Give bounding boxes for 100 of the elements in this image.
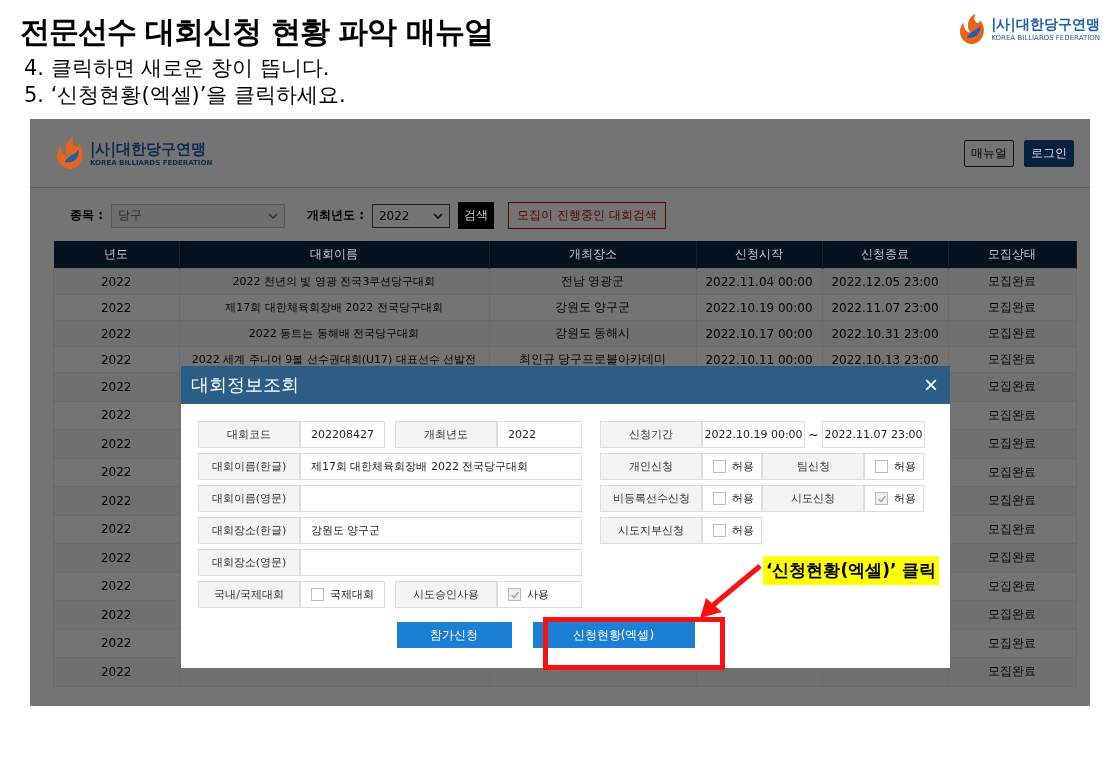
checkbox-label: 허용 — [732, 523, 754, 538]
table-cell: 2022 — [53, 543, 179, 572]
table-cell: 2022 — [53, 600, 179, 629]
filter-label: 개최년도 : — [307, 207, 364, 224]
table-cell: 2022 — [53, 486, 179, 515]
table-cell: 제17회 대한체육회장배 2022 전국당구대회 — [179, 294, 489, 321]
table-cell: 2022.10.17 00:00 — [696, 320, 822, 347]
table-cell: 2022 — [53, 268, 179, 295]
table-cell: 2022 — [53, 572, 179, 601]
checkbox[interactable] — [875, 460, 888, 473]
table-cell: 2022 천년의 빛 영광 전국3쿠션당구대회 — [179, 268, 489, 295]
table-cell: 2022 — [53, 294, 179, 321]
column-header: 신청시작 — [696, 241, 822, 269]
field-label: 시도승인사용 — [395, 581, 497, 608]
field-label: 대회이름(한글) — [198, 453, 300, 480]
field-value: 2022.11.07 23:00 — [822, 421, 925, 448]
step-text: 4. 클릭하면 새로운 창이 뜹니다. — [24, 55, 331, 82]
field-label: 시도지부신청 — [600, 517, 702, 544]
table-cell: 2022 — [53, 401, 179, 430]
field-label: 국내/국제대회 — [198, 581, 300, 608]
table-cell: 2022 동트는 동해배 전국당구대회 — [179, 320, 489, 347]
slide-title: 전문선수 대회신청 현황 파악 매뉴얼 — [20, 13, 493, 51]
year-select[interactable]: 2022 — [371, 203, 450, 228]
field-value: 강원도 양구군 — [300, 517, 582, 544]
field-label: 대회코드 — [198, 421, 300, 448]
dialog-button[interactable]: 신청현황(엑셀) — [532, 622, 695, 648]
column-header: 모집상태 — [948, 241, 1077, 269]
table-cell: 2022 — [53, 657, 179, 686]
table-cell: 2022 — [53, 458, 179, 487]
field-label: 대회장소(영문) — [198, 549, 300, 576]
table-cell: 2022 — [53, 629, 179, 658]
close-button[interactable]: × — [924, 373, 938, 397]
table-cell: 모집완료 — [948, 429, 1077, 458]
checkbox[interactable] — [713, 492, 726, 505]
table-cell: 2022.11.07 23:00 — [822, 294, 948, 321]
logo-name: |사|대한당구연맹 — [991, 16, 1100, 34]
table-cell: 2022 — [53, 515, 179, 544]
checkbox-label: 허용 — [732, 491, 754, 506]
field-label: 신청기간 — [600, 421, 702, 448]
checkbox[interactable] — [713, 460, 726, 473]
range-separator: ~ — [807, 427, 820, 442]
checkbox-label: 허용 — [732, 459, 754, 474]
field-label: 개인신청 — [600, 453, 702, 480]
table-cell: 모집완료 — [948, 320, 1077, 347]
column-header: 년도 — [53, 241, 179, 269]
table-cell: 모집완료 — [948, 543, 1077, 572]
checkbox[interactable] — [311, 588, 324, 601]
checkbox[interactable] — [875, 492, 888, 505]
table-cell: 모집완료 — [948, 458, 1077, 487]
table-cell: 모집완료 — [948, 294, 1077, 321]
field-value: 202208427 — [300, 421, 385, 448]
table-cell: 모집완료 — [948, 629, 1077, 658]
column-header: 신청종료 — [822, 241, 948, 269]
checkbox-label: 국제대회 — [330, 587, 374, 602]
filter-label: 종목 : — [70, 207, 103, 224]
checkbox[interactable] — [508, 588, 521, 601]
header-button[interactable]: 매뉴얼 — [964, 139, 1014, 167]
table-cell: 모집완료 — [948, 372, 1077, 401]
field-value: 제17회 대한체육회장배 2022 전국당구대회 — [300, 453, 582, 480]
table-cell: 2022 — [53, 320, 179, 347]
search-button[interactable]: 검색 — [457, 202, 494, 229]
checkbox-label: 허용 — [894, 491, 916, 506]
table-cell: 2022 — [53, 429, 179, 458]
table-cell: 2022.10.31 23:00 — [822, 320, 948, 347]
table-cell: 2022 — [53, 372, 179, 401]
checkbox-label: 허용 — [894, 459, 916, 474]
field-label: 비등록선수신청 — [600, 485, 702, 512]
field-label: 대회이름(영문) — [198, 485, 300, 512]
open-search-button[interactable]: 모집이 진행중인 대회검색 — [507, 202, 666, 229]
table-cell: 강원도 동해시 — [489, 320, 696, 347]
field-label: 개최년도 — [395, 421, 497, 448]
table-cell: 전남 영광군 — [489, 268, 696, 295]
table-cell: 모집완료 — [948, 572, 1077, 601]
table-cell: 모집완료 — [948, 346, 1077, 373]
table-cell: 모집완료 — [948, 268, 1077, 295]
field-label: 시도신청 — [762, 485, 864, 512]
table-cell: 강원도 양구군 — [489, 294, 696, 321]
table-cell: 2022.10.19 00:00 — [696, 294, 822, 321]
column-header: 개최장소 — [489, 241, 696, 269]
field-value: 2022.10.19 00:00 — [702, 421, 805, 448]
callout-text: ‘신청현황(엑셀)’ 클릭 — [763, 556, 940, 585]
checkbox[interactable] — [713, 524, 726, 537]
table-cell: 2022 — [53, 346, 179, 373]
table-cell: 2022.11.04 00:00 — [696, 268, 822, 295]
dialog-button[interactable]: 참가신청 — [396, 622, 512, 648]
dialog-title: 대회정보조회 — [191, 373, 299, 397]
table-cell: 모집완료 — [948, 600, 1077, 629]
logo-name: |사|대한당구연맹 — [90, 139, 207, 159]
chevron-down-icon — [432, 212, 443, 219]
field-label: 팀신청 — [762, 453, 864, 480]
table-cell: 모집완료 — [948, 401, 1077, 430]
checkbox-label: 사용 — [527, 587, 549, 602]
header-button[interactable]: 로그인 — [1024, 139, 1074, 167]
chevron-down-icon — [268, 212, 278, 219]
field-label: 대회장소(한글) — [198, 517, 300, 544]
step-text: 5. ‘신청현황(엑셀)’을 클릭하세요. — [24, 82, 347, 109]
column-header: 대회이름 — [179, 241, 489, 269]
table-cell: 모집완료 — [948, 657, 1077, 686]
field-value: 2022 — [497, 421, 582, 448]
table-cell: 2022.12.05 23:00 — [822, 268, 948, 295]
